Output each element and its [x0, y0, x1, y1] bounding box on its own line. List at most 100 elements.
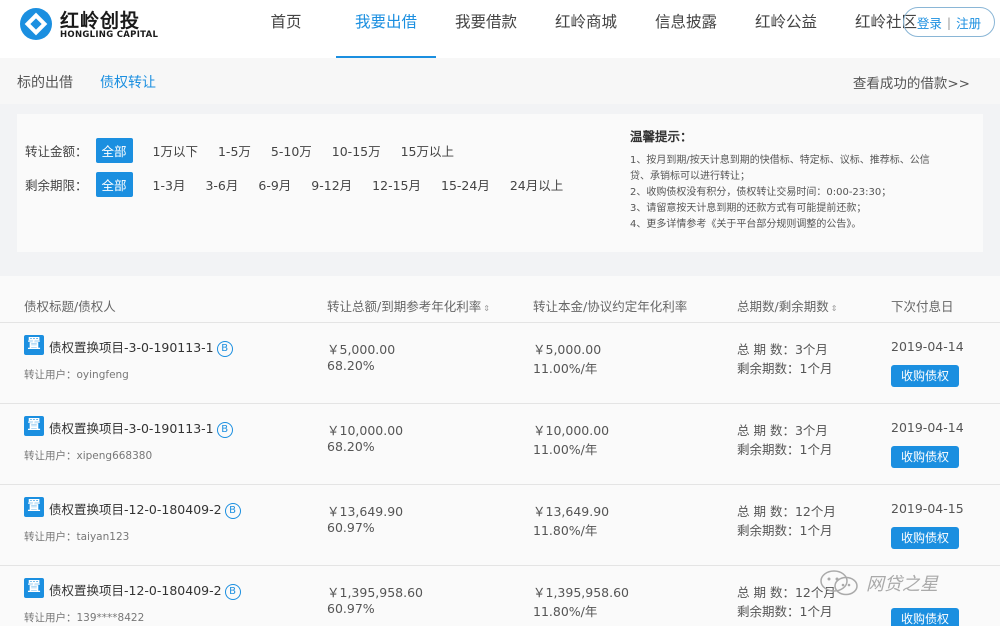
- agreed-rate: 11.00%/年: [533, 361, 598, 376]
- replacement-tag-icon: 置: [24, 335, 44, 355]
- main-nav: 首页 我要出借 我要借款 红岭商城 信息披露 红岭公益 红岭社区: [236, 0, 936, 58]
- amount-option[interactable]: 1-5万: [218, 141, 251, 160]
- replacement-tag-icon: 置: [24, 578, 44, 598]
- debt-title-link[interactable]: 债权置换项目-12-0-180409-2 B: [49, 499, 241, 519]
- agreed-rate: 11.80%/年: [533, 604, 598, 619]
- nav-charity[interactable]: 红岭公益: [736, 0, 836, 58]
- term-filter: 剩余期限： 全部 1-3月 3-6月 6-9月 9-12月 12-15月 15-…: [25, 172, 573, 197]
- total-periods: 总 期 数：3个月: [737, 342, 828, 357]
- term-option-all[interactable]: 全部: [95, 172, 133, 197]
- tab-debt-transfer[interactable]: 债权转让: [100, 72, 156, 92]
- reference-rate: 60.97%: [327, 520, 375, 535]
- debt-title-link[interactable]: 债权置换项目-12-0-180409-2 B: [49, 580, 241, 600]
- view-successful-loans-link[interactable]: 查看成功的借款>>: [853, 72, 970, 92]
- column-header-next-date: 下次付息日: [891, 299, 954, 314]
- tab-loan-invest[interactable]: 标的出借: [17, 72, 73, 92]
- register-link[interactable]: 注册: [956, 13, 981, 32]
- amount-option[interactable]: 1万以下: [153, 141, 198, 160]
- debt-title: 债权置换项目-3-0-190113-1: [49, 340, 214, 355]
- replacement-tag-icon: 置: [24, 497, 44, 517]
- reference-rate: 68.20%: [327, 358, 375, 373]
- transfer-user: 转让用户：taiyan123: [24, 531, 130, 543]
- term-option[interactable]: 6-9月: [258, 175, 291, 194]
- next-interest-date: 2019-04-14: [891, 339, 964, 354]
- remaining-periods: 剩余期数：1个月: [737, 442, 833, 457]
- tips-box: 温馨提示： 1、按月到期/按天计息到期的快借标、特定标、议标、推荐标、公信 贷、…: [630, 126, 970, 233]
- transfer-user: 转让用户：oyingfeng: [24, 369, 129, 381]
- table-row: 置 债权置换项目-12-0-180409-2 B 转让用户：taiyan123 ￥…: [0, 484, 1000, 565]
- sub-navigation: 标的出借 债权转让 查看成功的借款>>: [0, 58, 1000, 104]
- b-badge-icon: B: [224, 583, 241, 600]
- filter-panel: 转让金额： 全部 1万以下 1-5万 5-10万 10-15万 15万以上 剩余…: [17, 114, 983, 252]
- nav-disclosure[interactable]: 信息披露: [636, 0, 736, 58]
- tip-line[interactable]: 4、更多详情参考《关于平台部分规则调整的公告》。: [630, 217, 970, 233]
- table-row: 置 债权置换项目-3-0-190113-1 B 转让用户：xipeng668380…: [0, 403, 1000, 484]
- auth-separator: |: [946, 14, 952, 30]
- nav-borrow[interactable]: 我要借款: [436, 0, 536, 58]
- column-header-periods-label: 总期数/剩余期数: [737, 299, 829, 314]
- transfer-principal: ￥13,649.90: [533, 504, 610, 519]
- reference-rate: 68.20%: [327, 439, 375, 454]
- sort-icon: ⇕: [830, 304, 838, 313]
- remaining-periods: 剩余期数：1个月: [737, 361, 833, 376]
- term-option[interactable]: 9-12月: [311, 175, 352, 194]
- transfer-total: ￥13,649.90: [327, 504, 404, 519]
- tips-title: 温馨提示：: [630, 129, 693, 144]
- buy-debt-button[interactable]: 收购债权: [891, 527, 959, 549]
- column-header-total[interactable]: 转让总额/到期参考年化利率 ⇕: [327, 296, 490, 315]
- tip-line: 贷、承销标可以进行转让；: [630, 171, 750, 182]
- b-badge-icon: B: [216, 421, 233, 438]
- agreed-rate: 11.00%/年: [533, 442, 598, 457]
- amount-option[interactable]: 5-10万: [271, 141, 312, 160]
- agreed-rate: 11.80%/年: [533, 523, 598, 538]
- logo-chinese: 红岭创投: [60, 10, 141, 32]
- site-header: 红岭创投 HONGLING CAPITAL 首页 我要出借 我要借款 红岭商城 …: [0, 0, 1000, 58]
- term-option[interactable]: 24月以上: [510, 175, 563, 194]
- term-option[interactable]: 1-3月: [153, 175, 186, 194]
- column-header-periods[interactable]: 总期数/剩余期数 ⇕: [737, 296, 837, 315]
- next-interest-date: 2019-04-14: [891, 420, 964, 435]
- transfer-user: 转让用户：xipeng668380: [24, 450, 153, 462]
- watermark-text: 网贷之星: [866, 574, 938, 595]
- watermark: 网贷之星: [818, 566, 993, 600]
- transfer-principal: ￥5,000.00: [533, 342, 602, 357]
- logo-icon: [20, 8, 52, 40]
- transfer-total: ￥5,000.00: [327, 342, 396, 357]
- amount-option-all[interactable]: 全部: [95, 138, 133, 163]
- transfer-total: ￥10,000.00: [327, 423, 404, 438]
- remaining-periods: 剩余期数：1个月: [737, 604, 833, 619]
- term-option[interactable]: 3-6月: [205, 175, 238, 194]
- total-periods: 总 期 数：3个月: [737, 423, 828, 438]
- amount-option[interactable]: 15万以上: [401, 141, 454, 160]
- debt-title-link[interactable]: 债权置换项目-3-0-190113-1 B: [49, 337, 233, 357]
- b-badge-icon: B: [224, 502, 241, 519]
- tip-line: 2、收购债权没有积分，债权转让交易时间：0:00-23:30；: [630, 187, 892, 198]
- debt-title: 债权置换项目-3-0-190113-1: [49, 421, 214, 436]
- next-interest-date: 2019-04-15: [891, 501, 964, 516]
- logo-english: HONGLING CAPITAL: [60, 30, 159, 40]
- logo[interactable]: 红岭创投 HONGLING CAPITAL: [18, 6, 168, 46]
- nav-invest[interactable]: 我要出借: [336, 0, 436, 58]
- amount-option[interactable]: 10-15万: [332, 141, 381, 160]
- reference-rate: 60.97%: [327, 601, 375, 616]
- remaining-periods: 剩余期数：1个月: [737, 523, 833, 538]
- tip-line: 3、请留意按天计息到期的还款方式有可能提前还款；: [630, 203, 867, 214]
- term-option[interactable]: 12-15月: [372, 175, 421, 194]
- nav-mall[interactable]: 红岭商城: [536, 0, 636, 58]
- nav-home[interactable]: 首页: [236, 0, 336, 58]
- wechat-icon: [820, 570, 858, 596]
- total-periods: 总 期 数：12个月: [737, 504, 836, 519]
- auth-box: 登录 | 注册: [903, 7, 995, 37]
- transfer-total: ￥1,395,958.60: [327, 585, 423, 600]
- buy-debt-button[interactable]: 收购债权: [891, 446, 959, 468]
- column-header-title: 债权标题/债权人: [24, 299, 116, 314]
- term-filter-label: 剩余期限：: [25, 178, 88, 193]
- buy-debt-button[interactable]: 收购债权: [891, 365, 959, 387]
- replacement-tag-icon: 置: [24, 416, 44, 436]
- login-link[interactable]: 登录: [917, 13, 942, 32]
- term-option[interactable]: 15-24月: [441, 175, 490, 194]
- buy-debt-button[interactable]: 收购债权: [891, 608, 959, 626]
- debt-title: 债权置换项目-12-0-180409-2: [49, 583, 222, 598]
- debt-title-link[interactable]: 债权置换项目-3-0-190113-1 B: [49, 418, 233, 438]
- sort-icon: ⇕: [483, 304, 490, 313]
